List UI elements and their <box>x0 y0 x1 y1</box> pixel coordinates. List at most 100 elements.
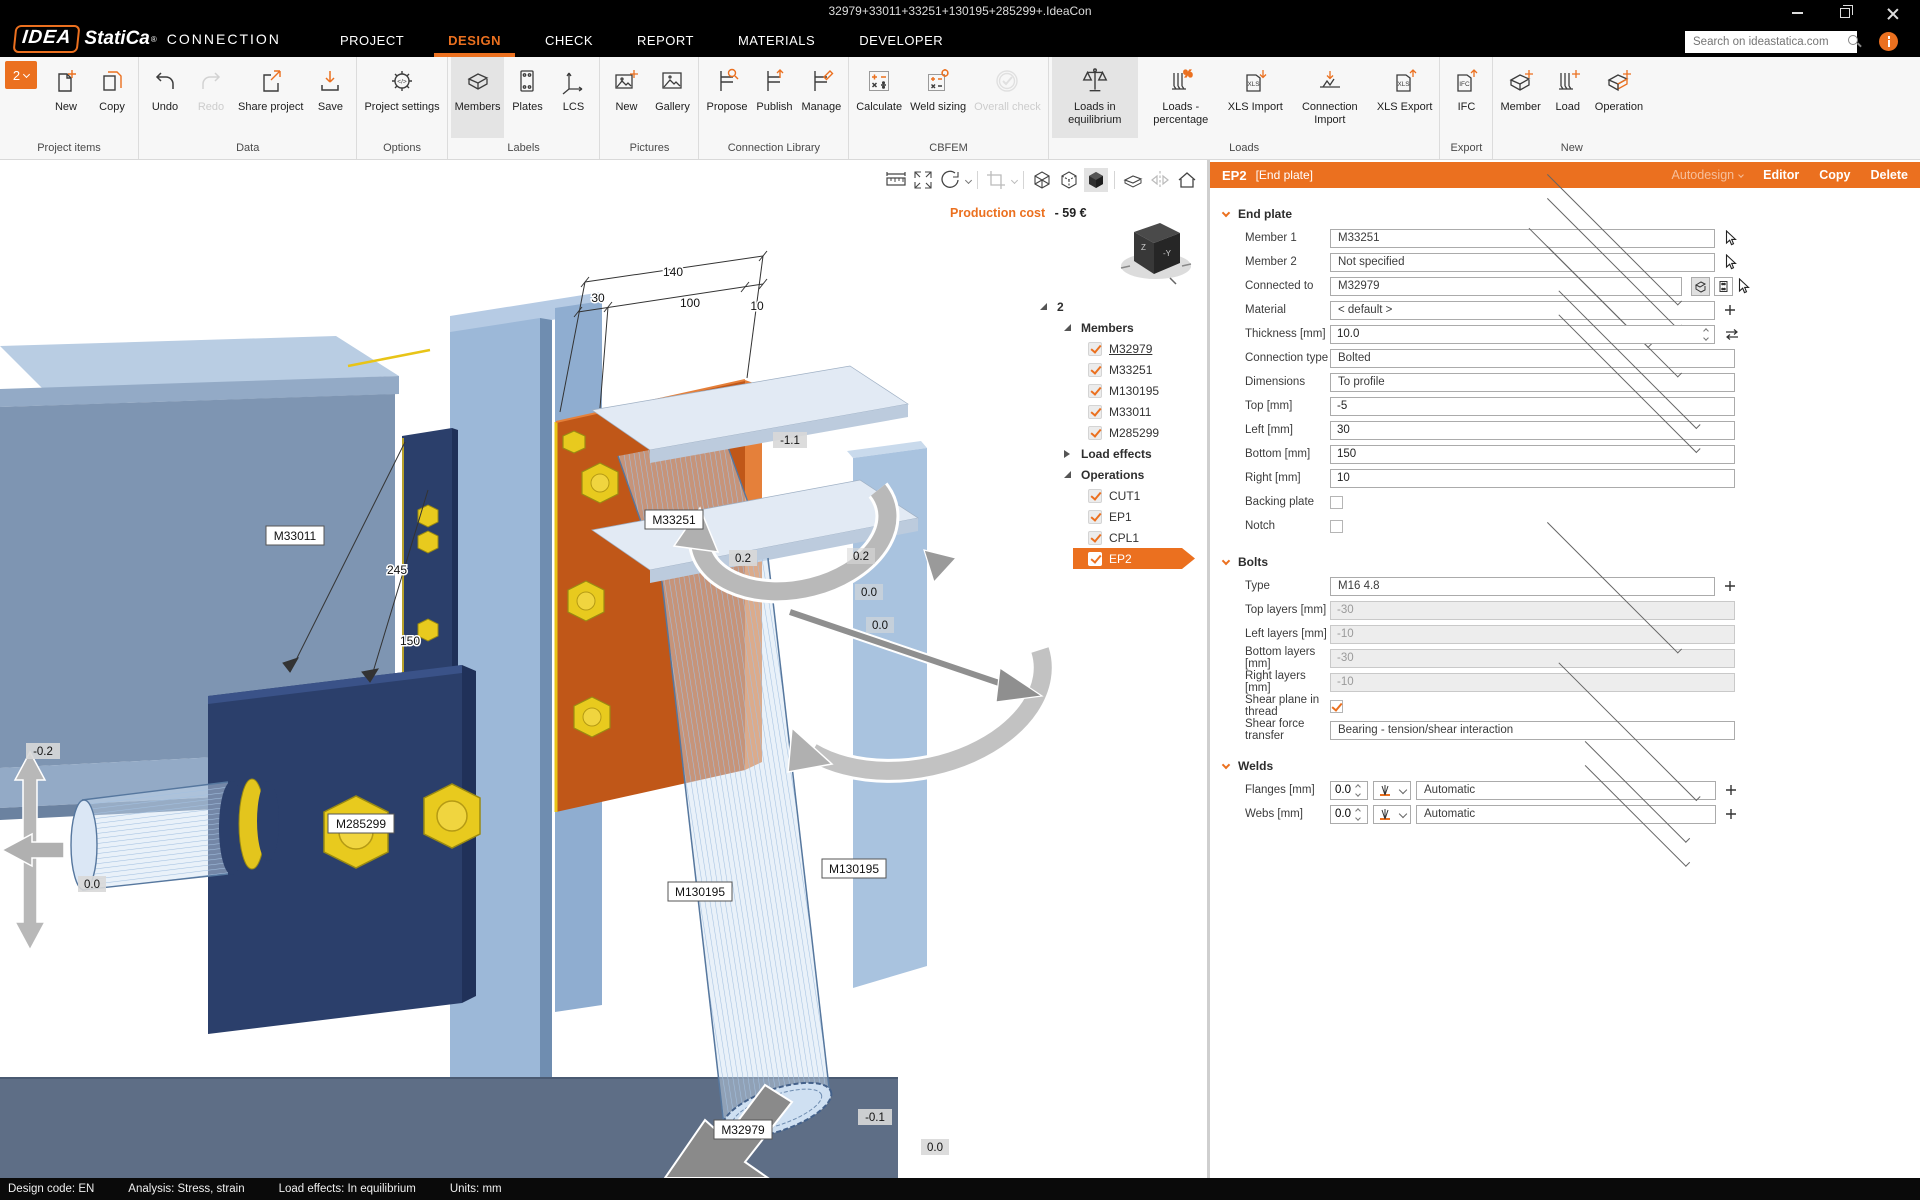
select-plate-mode-button[interactable] <box>1714 277 1733 296</box>
spinner-icon[interactable] <box>1700 325 1712 344</box>
ifc-export-button[interactable]: IFC IFC <box>1443 57 1489 138</box>
search-box[interactable] <box>1685 31 1857 53</box>
pick-cursor-icon[interactable] <box>1737 278 1750 294</box>
flanges-weld-input[interactable] <box>1331 784 1353 796</box>
webs-weld-type-dropdown[interactable] <box>1373 805 1411 824</box>
label-m130195-b[interactable]: M130195 <box>822 859 886 878</box>
tab-project[interactable]: PROJECT <box>340 33 404 48</box>
label-m32979[interactable]: M32979 <box>714 1120 772 1139</box>
publish-button[interactable]: Publish <box>751 57 797 138</box>
notch-checkbox[interactable] <box>1330 520 1343 533</box>
search-input[interactable] <box>1685 36 1847 48</box>
connection-import-button[interactable]: Connection Import <box>1287 57 1373 138</box>
bottom-input[interactable] <box>1330 445 1735 464</box>
checkbox-checked-icon[interactable] <box>1088 363 1102 377</box>
home-view-button[interactable] <box>1175 168 1199 192</box>
minimize-button[interactable] <box>1774 0 1820 26</box>
labels-lcs-toggle[interactable]: LCS <box>550 57 596 138</box>
project-item-selector[interactable]: 2 <box>5 61 37 89</box>
spinner-icon[interactable] <box>1352 782 1364 799</box>
new-member-button[interactable]: Member <box>1496 57 1544 138</box>
save-button[interactable]: Save <box>307 57 353 138</box>
checkbox-checked-icon[interactable] <box>1088 531 1102 545</box>
flanges-weld-type-dropdown[interactable] <box>1373 781 1411 800</box>
tree-node-operations[interactable]: Operations <box>1040 464 1205 485</box>
tree-item-ep1[interactable]: EP1 <box>1040 506 1205 527</box>
label-m130195-a[interactable]: M130195 <box>668 882 732 901</box>
checkbox-checked-icon[interactable] <box>1088 489 1102 503</box>
section-collapse-icon[interactable] <box>1222 208 1230 216</box>
section-collapse-icon[interactable] <box>1222 556 1230 564</box>
checkbox-checked-icon[interactable] <box>1088 342 1102 356</box>
xls-import-button[interactable]: XLS XLS Import <box>1224 57 1287 138</box>
propose-button[interactable]: Propose <box>702 57 751 138</box>
thickness-input[interactable] <box>1330 325 1715 344</box>
expander-open-icon[interactable] <box>1064 471 1071 478</box>
tree-item-m285299[interactable]: M285299 <box>1040 422 1205 443</box>
checkbox-checked-icon[interactable] <box>1088 510 1102 524</box>
solid-view-button[interactable] <box>1084 168 1108 192</box>
select-member-mode-button[interactable] <box>1691 277 1710 296</box>
tree-item-m32979[interactable]: M32979 <box>1040 338 1205 359</box>
xls-export-button[interactable]: XLS XLS Export <box>1373 57 1437 138</box>
tree-item-m33251[interactable]: M33251 <box>1040 359 1205 380</box>
checkbox-checked-icon[interactable] <box>1088 552 1102 566</box>
member2-dropdown[interactable]: Not specified <box>1330 253 1715 272</box>
checkbox-checked-icon[interactable] <box>1088 384 1102 398</box>
label-m33251[interactable]: M33251 <box>645 510 703 529</box>
backing-plate-checkbox[interactable] <box>1330 496 1343 509</box>
plus-icon[interactable] <box>1724 304 1736 316</box>
new-load-button[interactable]: Load <box>1545 57 1591 138</box>
shear-transfer-dropdown[interactable]: Bearing - tension/shear interaction <box>1330 721 1735 740</box>
copy-project-button[interactable]: Copy <box>89 57 135 138</box>
member1-dropdown[interactable]: M33251 <box>1330 229 1715 248</box>
viewport-3d[interactable]: 140 30 100 10 245 150 -1.1 0.2 0.2 0.0 0… <box>0 160 1207 1178</box>
tree-item-m33011[interactable]: M33011 <box>1040 401 1205 422</box>
section-crop-button[interactable] <box>984 168 1008 192</box>
orbit-button[interactable] <box>938 168 962 192</box>
project-settings-button[interactable]: </> Project settings <box>360 57 443 138</box>
label-m33011[interactable]: M33011 <box>266 526 324 545</box>
new-operation-button[interactable]: Operation <box>1591 57 1647 138</box>
manage-button[interactable]: Manage <box>797 57 845 138</box>
labels-plates-toggle[interactable]: Plates <box>504 57 550 138</box>
expander-open-icon[interactable] <box>1040 303 1047 310</box>
swap-arrows-icon[interactable] <box>1724 328 1740 341</box>
plus-icon[interactable] <box>1725 808 1737 820</box>
search-icon[interactable] <box>1847 34 1851 50</box>
labels-members-toggle[interactable]: Members <box>451 57 505 138</box>
crop-options-chevron[interactable] <box>1011 176 1018 183</box>
shear-plane-checkbox[interactable] <box>1330 700 1343 713</box>
spinner-icon[interactable] <box>1352 806 1364 823</box>
section-collapse-icon[interactable] <box>1222 760 1230 768</box>
right-input[interactable] <box>1330 469 1735 488</box>
label-m285299[interactable]: M285299 <box>328 814 394 833</box>
autodesign-button[interactable]: Autodesign <box>1672 168 1744 182</box>
pick-cursor-icon[interactable] <box>1724 230 1737 246</box>
mirror-view-button[interactable] <box>1148 168 1172 192</box>
expander-closed-icon[interactable] <box>1064 450 1070 458</box>
tab-design[interactable]: DESIGN <box>448 33 501 48</box>
member-view-button[interactable] <box>1121 168 1145 192</box>
tree-node-members[interactable]: Members <box>1040 317 1205 338</box>
flanges-weld-size[interactable] <box>1330 781 1368 800</box>
undo-button[interactable]: Undo <box>142 57 188 138</box>
delete-operation-button[interactable]: Delete <box>1870 168 1908 182</box>
editor-button[interactable]: Editor <box>1763 168 1799 182</box>
tree-item-m130195[interactable]: M130195 <box>1040 380 1205 401</box>
new-project-button[interactable]: New <box>43 57 89 138</box>
close-button[interactable] <box>1870 0 1916 26</box>
tab-developer[interactable]: DEVELOPER <box>859 33 943 48</box>
tab-materials[interactable]: MATERIALS <box>738 33 815 48</box>
loads-in-equilibrium-toggle[interactable]: Loads in equilibrium <box>1052 57 1138 138</box>
redo-button[interactable]: Redo <box>188 57 234 138</box>
view-cube[interactable]: Z -Y <box>1118 216 1194 286</box>
maximize-button[interactable] <box>1822 0 1868 26</box>
tree-item-cut1[interactable]: CUT1 <box>1040 485 1205 506</box>
measure-button[interactable] <box>884 168 908 192</box>
copy-operation-button[interactable]: Copy <box>1819 168 1850 182</box>
expander-open-icon[interactable] <box>1064 324 1071 331</box>
flanges-weld-mode-dropdown[interactable]: Automatic <box>1416 781 1716 800</box>
tree-node-root[interactable]: 2 <box>1040 296 1205 317</box>
tree-item-ep2-selected[interactable]: EP2 <box>1040 548 1205 569</box>
